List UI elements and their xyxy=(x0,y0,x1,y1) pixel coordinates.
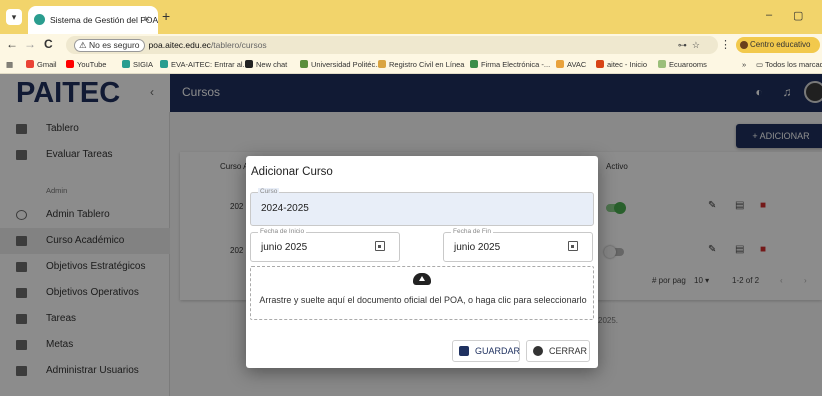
more-bookmarks-icon[interactable]: » xyxy=(742,56,746,74)
bookmark-item[interactable]: YouTube xyxy=(66,56,106,74)
bookmark-item[interactable]: Gmail xyxy=(26,56,57,74)
profile-avatar-icon xyxy=(740,41,748,49)
screen: ▾ Sistema de Gestión del POA × + – ▢ ← →… xyxy=(0,0,822,396)
save-button[interactable]: GUARDAR xyxy=(452,340,520,362)
calendar-icon[interactable] xyxy=(568,241,578,251)
reload-icon[interactable]: C xyxy=(44,37,53,51)
restore-icon[interactable]: ▢ xyxy=(793,9,803,22)
tab-search-icon[interactable]: ▾ xyxy=(6,9,22,25)
bookmark-item[interactable]: AVAC xyxy=(556,56,586,74)
tab-close-icon[interactable]: × xyxy=(144,6,150,34)
close-circle-icon xyxy=(533,346,543,356)
bookmark-item[interactable]: EVA-AITEC: Entrar al... xyxy=(160,56,249,74)
bookmarks-bar: ▦ Gmail YouTube SIGIA EVA-AITEC: Entrar … xyxy=(0,56,822,74)
bookmark-item[interactable]: Registro Civil en Línea xyxy=(378,56,464,74)
bookmark-item[interactable]: New chat xyxy=(245,56,287,74)
close-button[interactable]: CERRAR xyxy=(526,340,590,362)
forward-icon[interactable]: → xyxy=(24,37,36,51)
url-host: poa.aitec.edu.ec xyxy=(148,40,211,50)
url-bar[interactable]: ⚠ No es seguro poa.aitec.edu.ec/tablero/c… xyxy=(66,36,718,54)
site-favicon-icon xyxy=(34,14,45,25)
browser-tab-bar: ▾ Sistema de Gestión del POA × + – ▢ xyxy=(0,0,822,34)
start-date-value: junio 2025 xyxy=(261,242,308,253)
end-date-field[interactable]: Fecha de Fin junio 2025 xyxy=(443,228,593,262)
dialog-title: Adicionar Curso xyxy=(251,166,333,178)
bookmark-item[interactable]: Universidad Politéc... xyxy=(300,56,381,74)
bookmark-item[interactable]: SIGIA xyxy=(122,56,153,74)
browser-tab[interactable]: Sistema de Gestión del POA × xyxy=(28,6,158,34)
bookmark-item[interactable]: aitec - Inicio xyxy=(596,56,647,74)
apps-grid-icon[interactable]: ▦ xyxy=(6,56,13,74)
dropzone-text: Arrastre y suelte aquí el documento ofic… xyxy=(259,295,587,305)
end-date-value: junio 2025 xyxy=(454,242,501,253)
start-date-field[interactable]: Fecha de Inicio junio 2025 xyxy=(250,228,400,262)
curso-field[interactable]: Curso 2024-2025 xyxy=(250,188,594,226)
calendar-icon[interactable] xyxy=(375,241,385,251)
extensions-icon[interactable]: ⋮ xyxy=(720,38,731,51)
curso-value: 2024-2025 xyxy=(261,203,309,214)
curso-label: Curso xyxy=(258,188,280,195)
new-tab-button[interactable]: + xyxy=(162,8,170,24)
file-dropzone[interactable]: Arrastre y suelte aquí el documento ofic… xyxy=(250,266,594,320)
url-path: /tablero/cursos xyxy=(210,40,267,50)
save-icon xyxy=(459,346,469,356)
end-date-label: Fecha de Fin xyxy=(451,228,493,235)
bookmark-item[interactable]: Firma Electrónica -... xyxy=(470,56,550,74)
security-indicator[interactable]: ⚠ No es seguro xyxy=(74,39,145,52)
profile-label: Centro educativo xyxy=(750,40,811,49)
add-course-dialog xyxy=(246,156,598,368)
address-bar-row: ← → C ⚠ No es seguro poa.aitec.edu.ec/tab… xyxy=(0,34,822,56)
tab-title: Sistema de Gestión del POA xyxy=(50,15,158,25)
minimize-icon[interactable]: – xyxy=(766,9,772,21)
back-icon[interactable]: ← xyxy=(6,37,18,51)
start-date-label: Fecha de Inicio xyxy=(258,228,307,235)
profile-chip[interactable]: Centro educativo xyxy=(736,37,820,53)
cloud-upload-icon xyxy=(413,273,431,285)
all-bookmarks-folder[interactable]: ▭ Todos los marcadores xyxy=(756,56,822,74)
star-icon[interactable]: ⊶ ☆ xyxy=(678,36,700,54)
bookmark-item[interactable]: Ecuarooms xyxy=(658,56,707,74)
